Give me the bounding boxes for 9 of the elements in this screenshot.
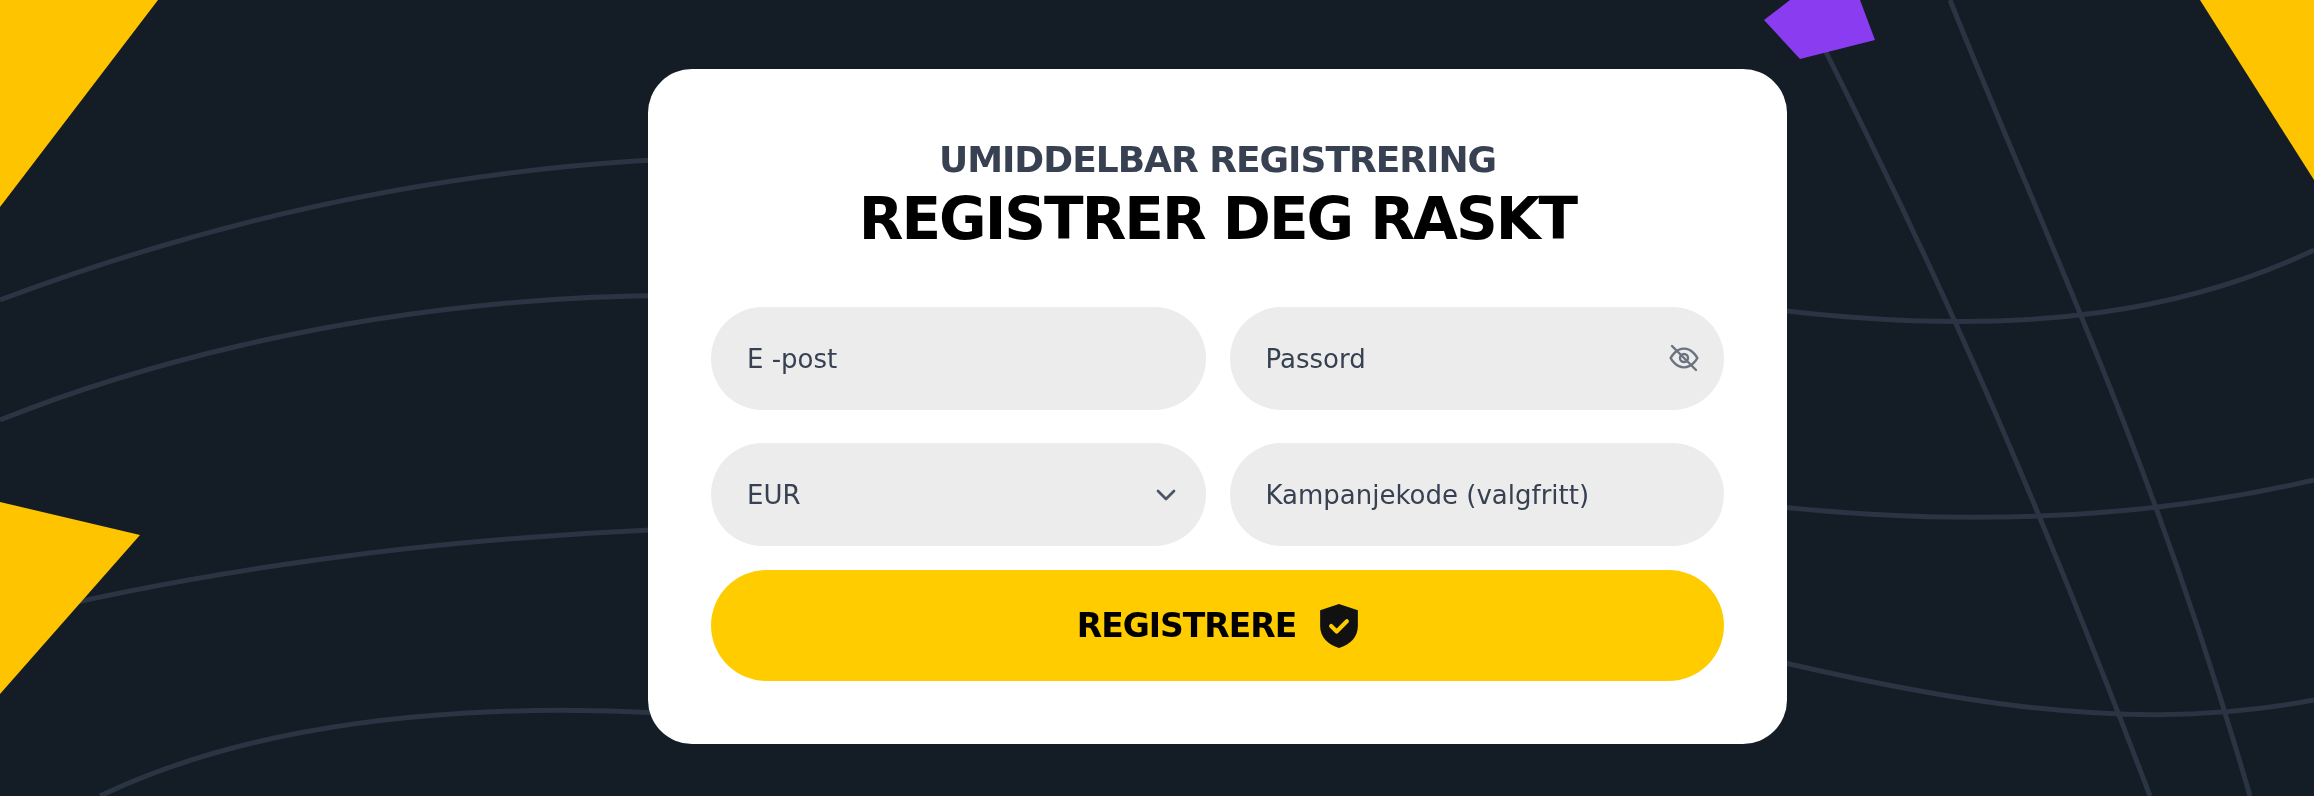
register-button[interactable]: REGISTRERE [711,570,1724,681]
input-field[interactable]: Kampanjekode (valgfritt) [1229,443,1724,546]
password-field[interactable]: Passord [1229,307,1724,410]
form-title: REGISTRER DEG RASKT [858,184,1577,255]
eye-slash-icon[interactable] [1668,342,1700,374]
form-subtitle: UMIDDELBAR REGISTRERING [938,138,1497,182]
input-field[interactable]: E -post [711,307,1206,410]
currency-select[interactable]: EUR [711,443,1206,546]
shield-check-icon [1320,603,1359,648]
